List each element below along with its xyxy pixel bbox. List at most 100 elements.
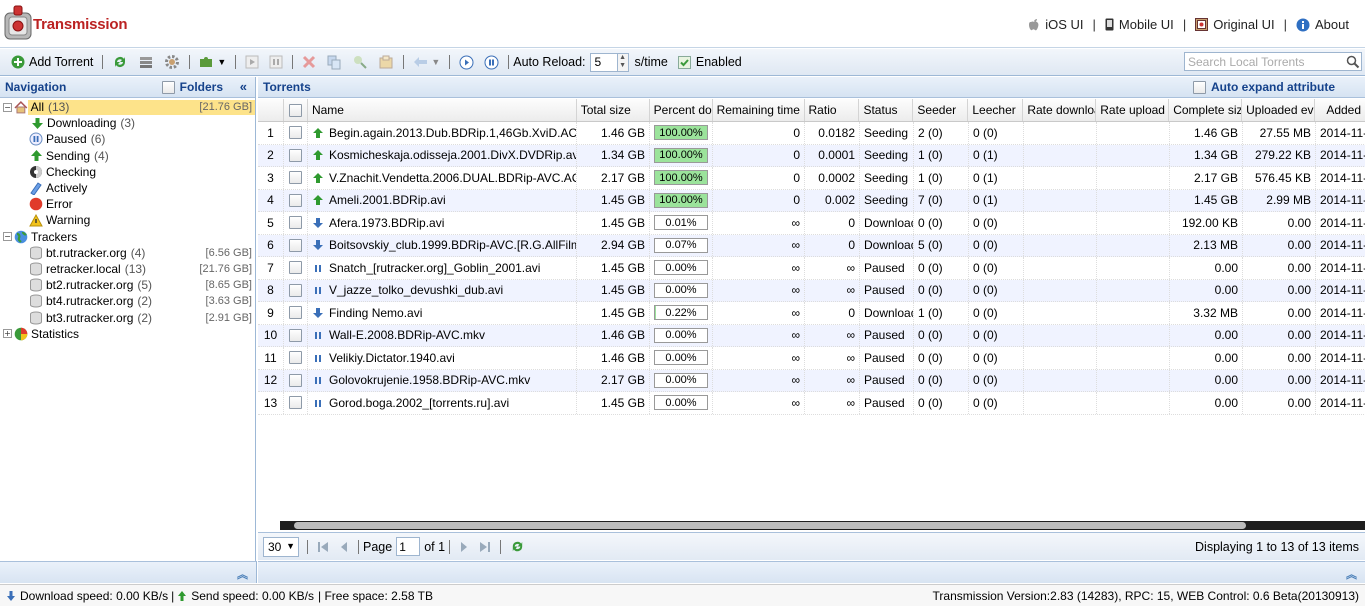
server-button[interactable] xyxy=(135,51,157,73)
row-checkbox[interactable] xyxy=(289,216,302,230)
collapse-nav-button[interactable]: « xyxy=(240,79,247,94)
nav-item-downloading[interactable]: Downloading (3) xyxy=(0,115,255,131)
row-checkbox[interactable] xyxy=(289,126,302,140)
row-checkbox-cell[interactable] xyxy=(284,392,308,414)
tracker-item[interactable]: bt.rutracker.org (4) [6.56 GB] xyxy=(0,245,255,261)
row-checkbox[interactable] xyxy=(289,328,302,342)
nav-item-sending[interactable]: Sending (4) xyxy=(0,148,255,164)
table-row[interactable]: 2 Kosmicheskaja.odisseja.2001.DivX.DVDRip… xyxy=(258,144,1365,167)
row-checkbox[interactable] xyxy=(289,396,302,410)
row-checkbox[interactable] xyxy=(289,351,302,365)
table-row[interactable]: 9 Finding Nemo.avi 1.45 GB 0.22% ∞0Downloadi… xyxy=(258,302,1365,325)
table-row[interactable]: 8 V_jazze_tolko_devushki_dub.avi 1.45 GB 0.… xyxy=(258,279,1365,302)
col-remaining-time[interactable]: Remaining time xyxy=(713,99,805,121)
row-checkbox-cell[interactable] xyxy=(284,189,308,211)
torrent-name-cell[interactable]: Kosmicheskaja.odisseja.2001.DivX.DVDRip.… xyxy=(308,144,577,166)
start-button[interactable] xyxy=(242,51,262,73)
ios-ui-link[interactable]: iOS UI xyxy=(1028,17,1084,32)
nav-item-actively[interactable]: Actively xyxy=(0,180,255,196)
add-torrent-button[interactable]: Add Torrent xyxy=(8,51,96,73)
nav-item-paused[interactable]: Paused (6) xyxy=(0,131,255,147)
row-checkbox-cell[interactable] xyxy=(284,257,308,279)
tree-toggle[interactable]: − xyxy=(3,102,12,112)
next-page-button[interactable] xyxy=(459,541,469,553)
horizontal-scrollbar[interactable] xyxy=(280,521,1365,530)
page-size-select[interactable]: 30 ▼ xyxy=(263,536,299,557)
table-row[interactable]: 4 Ameli.2001.BDRip.avi 1.45 GB 100.00% 0 0.00… xyxy=(258,189,1365,212)
row-checkbox-cell[interactable] xyxy=(284,167,308,189)
torrent-name-cell[interactable]: Gorod.boga.2002_[torrents.ru].avi xyxy=(308,392,577,414)
auto-reload-stepper[interactable]: ▲ ▼ xyxy=(617,52,629,72)
table-row[interactable]: 13 Gorod.boga.2002_[torrents.ru].avi 1.45 … xyxy=(258,392,1365,415)
row-checkbox[interactable] xyxy=(289,306,302,320)
col-seeder[interactable]: Seeder xyxy=(913,99,969,121)
table-row[interactable]: 6 Boitsovskiy_club.1999.BDRip-AVC.[R.G.Al… xyxy=(258,234,1365,257)
col-status[interactable]: Status xyxy=(859,99,914,121)
prev-page-button[interactable] xyxy=(339,541,349,553)
row-checkbox[interactable] xyxy=(289,193,302,207)
table-row[interactable]: 12 Golovokrujenie.1958.BDRip-AVC.mkv 2.17 … xyxy=(258,369,1365,392)
table-row[interactable]: 5 Afera.1973.BDRip.avi 1.45 GB 0.01% ∞ 0 Downl… xyxy=(258,212,1365,235)
col-rate-upload[interactable]: Rate upload xyxy=(1096,99,1170,121)
row-checkbox-cell[interactable] xyxy=(284,122,308,144)
tracker-item[interactable]: bt2.rutracker.org (5) [8.65 GB] xyxy=(0,277,255,293)
search-input[interactable]: Search Local Torrents xyxy=(1184,52,1362,71)
select-all-checkbox-cell[interactable] xyxy=(284,99,308,121)
auto-reload-input[interactable]: 5 xyxy=(589,52,618,72)
pause-button[interactable] xyxy=(266,51,286,73)
col-leecher[interactable]: Leecher xyxy=(968,99,1024,121)
auto-expand-checkbox[interactable] xyxy=(1192,80,1206,94)
folders-checkbox[interactable] xyxy=(161,80,175,94)
table-row[interactable]: 10 Wall-E.2008.BDRip-AVC.mkv 1.46 GB 0.00% ∞… xyxy=(258,324,1365,347)
select-all-checkbox[interactable] xyxy=(288,103,302,117)
torrent-name-cell[interactable]: V.Znachit.Vendetta.2006.DUAL.BDRip-AVC.A… xyxy=(308,167,577,189)
page-number-input[interactable]: 1 xyxy=(396,537,421,556)
torrent-name-cell[interactable]: Afera.1973.BDRip.avi xyxy=(308,212,577,234)
row-checkbox[interactable] xyxy=(289,373,302,387)
row-checkbox-cell[interactable] xyxy=(284,234,308,256)
col-rate-download[interactable]: Rate download xyxy=(1023,99,1097,121)
row-checkbox[interactable] xyxy=(289,261,302,275)
nav-item-all[interactable]: − All (13) [21.76 GB] xyxy=(0,99,255,115)
expand-up-icon[interactable]: ︽ xyxy=(237,566,248,582)
original-ui-link[interactable]: Original UI xyxy=(1195,17,1275,32)
copy-button[interactable] xyxy=(323,51,345,73)
table-row[interactable]: 11 Velikiy.Dictator.1940.avi 1.46 GB 0.00% ∞… xyxy=(258,347,1365,370)
table-row[interactable]: 7 Snatch_[rutracker.org]_Goblin_2001.avi 1… xyxy=(258,257,1365,280)
expand-up-icon[interactable]: ︽ xyxy=(1346,566,1357,582)
torrent-name-cell[interactable]: Boitsovskiy_club.1999.BDRip-AVC.[R.G.All… xyxy=(308,234,577,256)
row-checkbox[interactable] xyxy=(289,148,302,162)
col-added[interactable]: Added xyxy=(1315,99,1365,121)
nav-statistics[interactable]: + Statistics xyxy=(0,326,255,342)
nav-item-warning[interactable]: Warning xyxy=(0,212,255,228)
refresh-button[interactable] xyxy=(109,51,131,73)
tracker-item[interactable]: bt4.rutracker.org (2) [3.63 GB] xyxy=(0,293,255,309)
row-checkbox-cell[interactable] xyxy=(284,279,308,301)
row-checkbox-cell[interactable] xyxy=(284,144,308,166)
move-button[interactable] xyxy=(375,51,397,73)
row-checkbox[interactable] xyxy=(289,171,302,185)
row-checkbox-cell[interactable] xyxy=(284,324,308,346)
table-row[interactable]: 3 V.Znachit.Vendetta.2006.DUAL.BDRip-AVC.… xyxy=(258,167,1365,190)
nav-item-error[interactable]: Error xyxy=(0,196,255,212)
row-checkbox[interactable] xyxy=(289,238,302,252)
tree-toggle[interactable]: + xyxy=(3,329,12,339)
tracker-item[interactable]: bt3.rutracker.org (2) [2.91 GB] xyxy=(0,309,255,325)
about-link[interactable]: About xyxy=(1296,17,1349,32)
folders-toggle[interactable]: Folders xyxy=(161,80,223,94)
col-complete-size[interactable]: Complete size xyxy=(1169,99,1243,121)
row-checkbox-cell[interactable] xyxy=(284,347,308,369)
torrent-name-cell[interactable]: V_jazze_tolko_devushki_dub.avi xyxy=(308,279,577,301)
tracker-button[interactable] xyxy=(349,51,371,73)
row-checkbox[interactable] xyxy=(289,283,302,297)
torrent-name-cell[interactable]: Finding Nemo.avi xyxy=(308,302,577,324)
table-row[interactable]: 1 Begin.again.2013.Dub.BDRip.1,46Gb.XviD.… xyxy=(258,122,1365,145)
col-percent-done[interactable]: Percent done xyxy=(650,99,713,121)
torrent-name-cell[interactable]: Golovokrujenie.1958.BDRip-AVC.mkv xyxy=(308,369,577,391)
col-ratio[interactable]: Ratio xyxy=(805,99,860,121)
torrent-name-cell[interactable]: Velikiy.Dictator.1940.avi xyxy=(308,347,577,369)
torrent-name-cell[interactable]: Begin.again.2013.Dub.BDRip.1,46Gb.XviD.A… xyxy=(308,122,577,144)
start-all-button[interactable] xyxy=(456,51,477,73)
scrollbar-thumb[interactable] xyxy=(294,522,1246,529)
nav-trackers[interactable]: − Trackers xyxy=(0,229,255,245)
